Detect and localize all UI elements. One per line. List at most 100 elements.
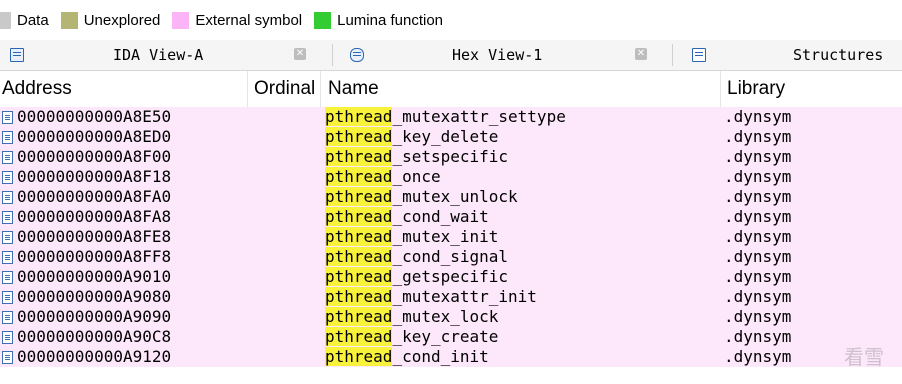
table-row[interactable]: 00000000000A8FE8 pthread_mutex_init .dyn… [0, 227, 902, 247]
name-suffix: _mutex_lock [392, 307, 499, 326]
import-row-icon [2, 331, 13, 344]
name-suffix: _setspecific [392, 147, 509, 166]
table-row[interactable]: 00000000000A90C8 pthread_key_create .dyn… [0, 327, 902, 347]
address-cell: 00000000000A8FF8 [17, 247, 172, 266]
name-suffix: _once [392, 167, 441, 186]
tab-hex-view-1[interactable]: Hex View-1 ✕ [340, 40, 660, 70]
address-cell: 00000000000A8E50 [17, 107, 172, 126]
library-cell: .dynsym [724, 287, 792, 306]
table-row[interactable]: 00000000000A8F00 pthread_setspecific .dy… [0, 147, 902, 167]
library-cell: .dynsym [724, 267, 792, 286]
tab-label: Structures [793, 46, 884, 64]
legend-label: Unexplored [83, 11, 161, 29]
name-cell: pthread_mutexattr_init [325, 287, 537, 307]
name-cell: pthread_cond_signal [325, 247, 508, 267]
import-row-icon [2, 251, 13, 264]
close-icon[interactable]: ✕ [294, 48, 306, 60]
tab-bar: IDA View-A ✕ Hex View-1 ✕ Structures [0, 40, 902, 71]
tab-label: Hex View-1 [452, 46, 543, 64]
tab-divider [672, 44, 673, 66]
legend-bar: Data Unexplored External symbol Lumina f… [0, 0, 902, 41]
library-cell: .dynsym [724, 347, 792, 366]
tab-divider [332, 44, 333, 66]
address-cell: 00000000000A8F00 [17, 147, 172, 166]
legend-label: Lumina function [337, 11, 444, 29]
import-row-icon [2, 211, 13, 224]
legend-item-lumina-function: Lumina function [314, 11, 444, 29]
watermark-logo: 看雪 [844, 345, 884, 369]
name-cell: pthread_once [325, 167, 441, 187]
library-cell: .dynsym [724, 227, 792, 246]
name-highlight: pthread [325, 107, 393, 126]
name-cell: pthread_cond_wait [325, 207, 489, 227]
library-cell: .dynsym [724, 207, 792, 226]
tab-structures[interactable]: Structures [680, 40, 902, 70]
table-row[interactable]: 00000000000A9090 pthread_mutex_lock .dyn… [0, 307, 902, 327]
name-highlight: pthread [325, 227, 393, 246]
name-cell: pthread_mutex_lock [325, 307, 498, 327]
column-header-ordinal[interactable]: Ordinal [254, 71, 315, 107]
name-cell: pthread_cond_init [325, 347, 489, 367]
library-cell: .dynsym [724, 107, 792, 126]
import-row-icon [2, 111, 13, 124]
structures-icon [692, 48, 706, 62]
table-row[interactable]: 00000000000A8FA8 pthread_cond_wait .dyns… [0, 207, 902, 227]
name-highlight: pthread [325, 127, 393, 146]
legend-label: Data [17, 11, 49, 29]
table-row[interactable]: 00000000000A8F18 pthread_once .dynsym [0, 167, 902, 187]
name-cell: pthread_mutex_init [325, 227, 498, 247]
close-icon[interactable]: ✕ [635, 48, 647, 60]
name-highlight: pthread [325, 327, 393, 346]
table-row[interactable]: 00000000000A8E50 pthread_mutexattr_setty… [0, 107, 902, 127]
library-cell: .dynsym [724, 147, 792, 166]
table-row[interactable]: 00000000000A8FA0 pthread_mutex_unlock .d… [0, 187, 902, 207]
import-row-icon [2, 231, 13, 244]
name-suffix: _mutex_init [392, 227, 499, 246]
table-row[interactable]: 00000000000A9010 pthread_getspecific .dy… [0, 267, 902, 287]
name-suffix: _cond_init [392, 347, 489, 366]
name-cell: pthread_key_create [325, 327, 498, 347]
table-row[interactable]: 00000000000A9120 pthread_cond_init .dyns… [0, 347, 902, 367]
name-suffix: _key_create [392, 327, 499, 346]
table-row[interactable]: 00000000000A8FF8 pthread_cond_signal .dy… [0, 247, 902, 267]
column-header-address[interactable]: Address [2, 71, 72, 107]
import-row-icon [2, 291, 13, 304]
tab-ida-view-a[interactable]: IDA View-A ✕ [0, 40, 322, 70]
name-highlight: pthread [325, 207, 393, 226]
column-divider[interactable] [247, 71, 248, 107]
legend-item-external-symbol: External symbol [172, 11, 303, 29]
column-header-library[interactable]: Library [727, 71, 785, 107]
library-cell: .dynsym [724, 127, 792, 146]
import-row-icon [2, 191, 13, 204]
address-cell: 00000000000A9120 [17, 347, 172, 366]
name-cell: pthread_getspecific [325, 267, 508, 287]
name-suffix: _cond_signal [392, 247, 509, 266]
column-divider[interactable] [720, 71, 721, 107]
name-suffix: _mutex_unlock [392, 187, 518, 206]
column-header-name[interactable]: Name [328, 71, 379, 107]
name-highlight: pthread [325, 307, 393, 326]
legend-swatch-external-symbol [172, 11, 190, 29]
name-highlight: pthread [325, 247, 393, 266]
library-cell: .dynsym [724, 167, 792, 186]
tab-label: IDA View-A [113, 46, 204, 64]
address-cell: 00000000000A8F18 [17, 167, 172, 186]
legend-label: External symbol [195, 11, 303, 29]
import-row-icon [2, 271, 13, 284]
import-row-icon [2, 131, 13, 144]
name-highlight: pthread [325, 167, 393, 186]
legend-swatch-data [0, 11, 11, 29]
column-divider[interactable] [320, 71, 321, 107]
name-suffix: _key_delete [392, 127, 499, 146]
library-cell: .dynsym [724, 187, 792, 206]
table-row[interactable]: 00000000000A8ED0 pthread_key_delete .dyn… [0, 127, 902, 147]
table-row[interactable]: 00000000000A9080 pthread_mutexattr_init … [0, 287, 902, 307]
library-cell: .dynsym [724, 247, 792, 266]
address-cell: 00000000000A8FA8 [17, 207, 172, 226]
name-suffix: _mutexattr_settype [392, 107, 566, 126]
name-highlight: pthread [325, 267, 393, 286]
address-cell: 00000000000A9080 [17, 287, 172, 306]
name-cell: pthread_mutexattr_settype [325, 107, 566, 127]
imports-table-body: 00000000000A8E50 pthread_mutexattr_setty… [0, 107, 902, 384]
name-highlight: pthread [325, 147, 393, 166]
